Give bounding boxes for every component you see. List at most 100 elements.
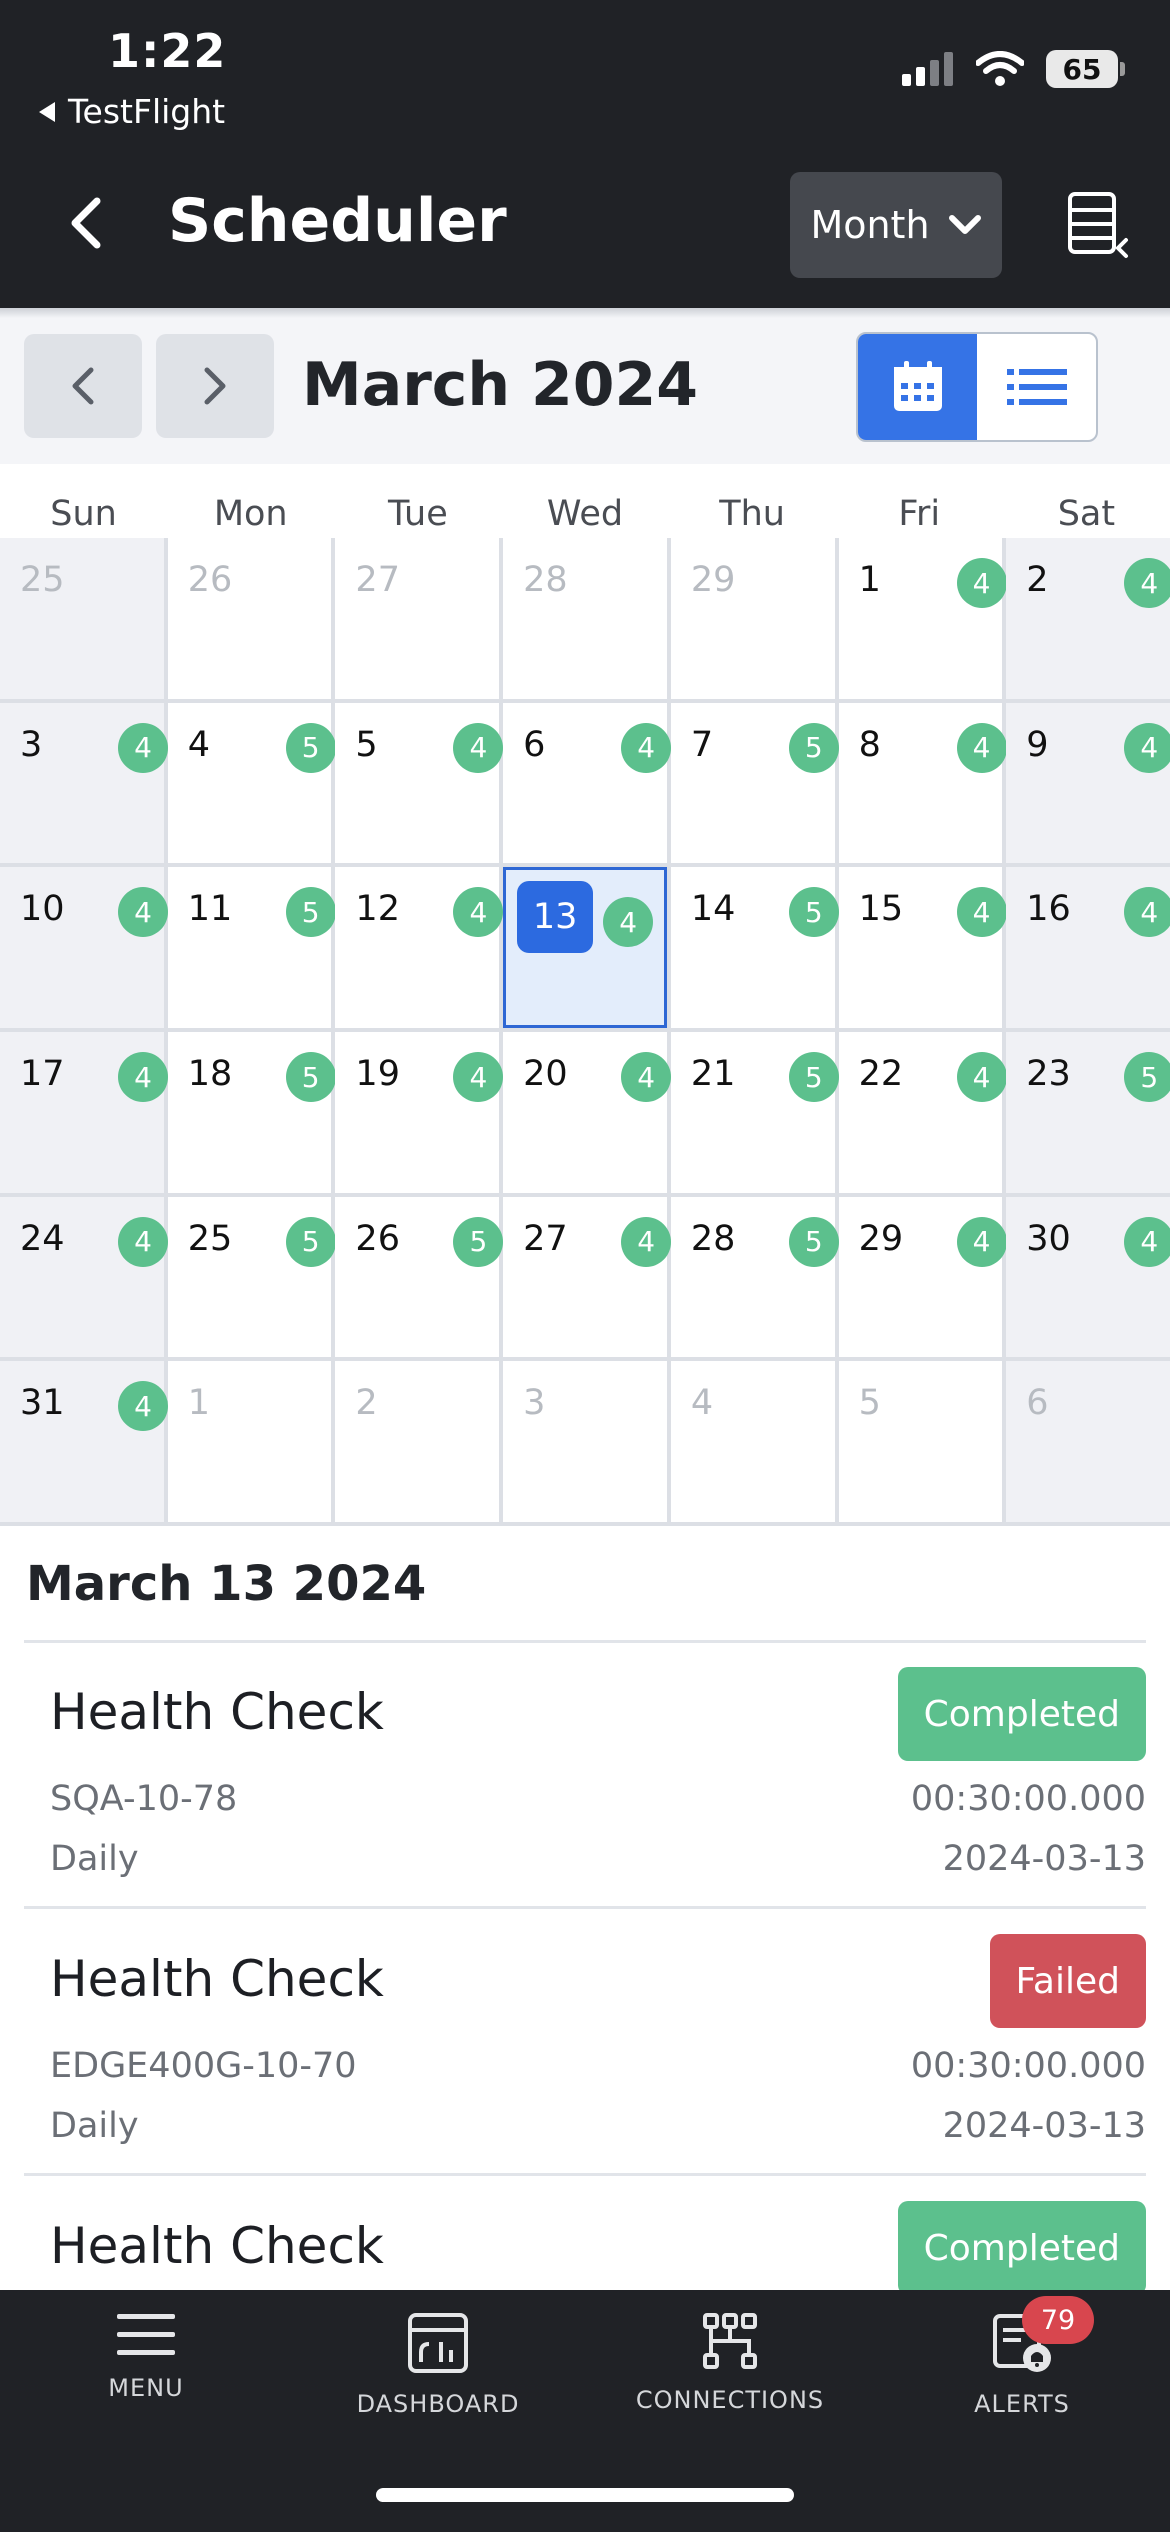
day-number: 27 <box>523 1218 568 1259</box>
calendar-day[interactable]: 25 <box>0 538 164 699</box>
event-count-badge: 5 <box>788 722 839 773</box>
calendar-day[interactable]: 20 4 <box>503 1032 672 1193</box>
tab-menu[interactable]: MENU <box>0 2300 292 2430</box>
calendar-day[interactable]: 31 4 <box>0 1361 168 1522</box>
calendar-day[interactable]: 34 <box>0 702 168 864</box>
calendar-day[interactable]: 28 5 <box>670 1196 839 1358</box>
event-count-badge: 4 <box>956 722 1007 773</box>
cellular-signal-icon <box>902 52 953 86</box>
calendar-day[interactable]: 14 <box>838 538 1007 699</box>
menu-icon <box>117 2314 175 2355</box>
calendar-day[interactable]: 2 <box>335 1361 500 1522</box>
calendar-day[interactable]: 4 <box>670 1361 835 1522</box>
calendar-day[interactable]: 3 <box>503 1361 667 1522</box>
wifi-icon <box>976 51 1024 86</box>
event-count-badge: 4 <box>603 897 654 948</box>
calendar-day[interactable]: 18 5 <box>167 1032 336 1193</box>
status-badge: Failed <box>989 1934 1146 2028</box>
calendar-day[interactable]: 21 5 <box>670 1032 839 1193</box>
chevron-left-icon <box>72 367 94 405</box>
calendar-day[interactable]: 11 5 <box>167 867 336 1028</box>
previous-month-button[interactable] <box>24 334 142 438</box>
calendar-day-selected[interactable]: 13 4 <box>503 867 667 1028</box>
calendar-day[interactable]: 14 5 <box>670 867 839 1028</box>
event-count-badge: 4 <box>956 1216 1007 1267</box>
calendar-day[interactable]: 45 <box>167 702 336 864</box>
calendar-day[interactable]: 5 <box>838 1361 1003 1522</box>
event-date: 2024-03-13 <box>942 2106 1146 2146</box>
weekday-label: Tue <box>387 494 448 534</box>
calendar-day[interactable]: 29 <box>670 538 835 699</box>
event-count-badge: 5 <box>285 1216 336 1267</box>
day-number: 8 <box>858 724 881 765</box>
event-count-badge: 5 <box>1124 1052 1170 1102</box>
day-number: 27 <box>355 560 400 600</box>
chevron-down-icon <box>948 215 981 234</box>
next-month-button[interactable] <box>156 334 274 438</box>
weekday-label: Thu <box>719 494 785 534</box>
calendar-day[interactable]: 26 5 <box>335 1196 504 1358</box>
event-count-badge: 4 <box>956 1052 1007 1102</box>
status-icons: 65 <box>902 50 1125 88</box>
schedule-list-icon[interactable] <box>1066 190 1130 260</box>
day-number: 29 <box>690 560 736 600</box>
calendar-day[interactable]: 27 4 <box>503 1196 672 1358</box>
tab-label: ALERTS <box>974 2390 1070 2418</box>
day-number: 4 <box>187 724 210 765</box>
calendar-day[interactable]: 25 5 <box>167 1196 336 1358</box>
calendar-day[interactable]: 26 <box>167 538 332 699</box>
calendar-day[interactable]: 19 4 <box>335 1032 504 1193</box>
calendar-day[interactable]: 64 <box>503 702 672 864</box>
calendar-day[interactable]: 24 <box>1006 538 1170 699</box>
list-icon <box>1006 369 1067 405</box>
back-to-testflight[interactable]: TestFlight <box>38 92 225 131</box>
calendar-day[interactable]: 27 <box>335 538 500 699</box>
back-button[interactable] <box>56 188 116 258</box>
calendar-day[interactable]: 75 <box>670 702 839 864</box>
event-count-badge: 4 <box>1124 722 1170 773</box>
day-number: 6 <box>523 724 546 765</box>
back-triangle-icon <box>39 101 55 122</box>
calendar-day[interactable]: 24 4 <box>0 1196 168 1358</box>
event-count-badge: 5 <box>285 722 336 773</box>
calendar-day[interactable]: 16 4 <box>1006 867 1170 1028</box>
day-number: 18 <box>187 1054 233 1094</box>
calendar-day[interactable]: 12 4 <box>335 867 504 1028</box>
event-count-badge: 4 <box>1124 1216 1170 1267</box>
event-count-badge: 4 <box>956 558 1007 608</box>
event-card[interactable]: Health Check Completed SQA-10-78 00:30:0… <box>24 1643 1146 1909</box>
day-number: 29 <box>858 1218 904 1259</box>
day-number: 24 <box>20 1218 65 1259</box>
weekday-label: Sat <box>1057 494 1116 534</box>
back-app-label: TestFlight <box>68 92 226 131</box>
connections-icon <box>703 2313 757 2369</box>
calendar-day[interactable]: 15 4 <box>838 867 1007 1028</box>
home-indicator[interactable] <box>376 2488 794 2502</box>
event-count-badge: 4 <box>118 1381 168 1432</box>
calendar-day[interactable]: 84 <box>838 702 1007 864</box>
tab-label: CONNECTIONS <box>635 2386 825 2414</box>
calendar-day[interactable]: 54 <box>335 702 504 864</box>
calendar-day[interactable]: 22 4 <box>838 1032 1007 1193</box>
event-count-badge: 4 <box>118 1216 168 1267</box>
weekday-label: Sun <box>50 494 117 534</box>
dashboard-icon <box>408 2313 468 2373</box>
calendar-day[interactable]: 23 5 <box>1006 1032 1170 1193</box>
day-number: 16 <box>1026 889 1071 930</box>
view-mode-dropdown[interactable]: Month <box>790 172 1002 278</box>
calendar-day[interactable]: 6 <box>1006 1361 1170 1522</box>
calendar-day[interactable]: 28 <box>503 538 667 699</box>
calendar-day[interactable]: 1 <box>167 1361 332 1522</box>
calendar-day[interactable]: 17 4 <box>0 1032 168 1193</box>
event-card[interactable]: Health Check Failed EDGE400G-10-70 00:30… <box>24 1910 1146 2176</box>
day-number: 19 <box>355 1054 400 1094</box>
calendar-day[interactable]: 30 4 <box>1006 1196 1170 1358</box>
tab-label: MENU <box>108 2374 184 2402</box>
calendar-view-button[interactable] <box>858 334 977 440</box>
calendar-day[interactable]: 29 4 <box>838 1196 1007 1358</box>
tab-connections[interactable]: CONNECTIONS <box>584 2300 876 2430</box>
tab-dashboard[interactable]: DASHBOARD <box>292 2300 584 2430</box>
calendar-day[interactable]: 10 4 <box>0 867 168 1028</box>
calendar-day[interactable]: 94 <box>1006 702 1170 864</box>
list-view-button[interactable] <box>977 334 1096 440</box>
